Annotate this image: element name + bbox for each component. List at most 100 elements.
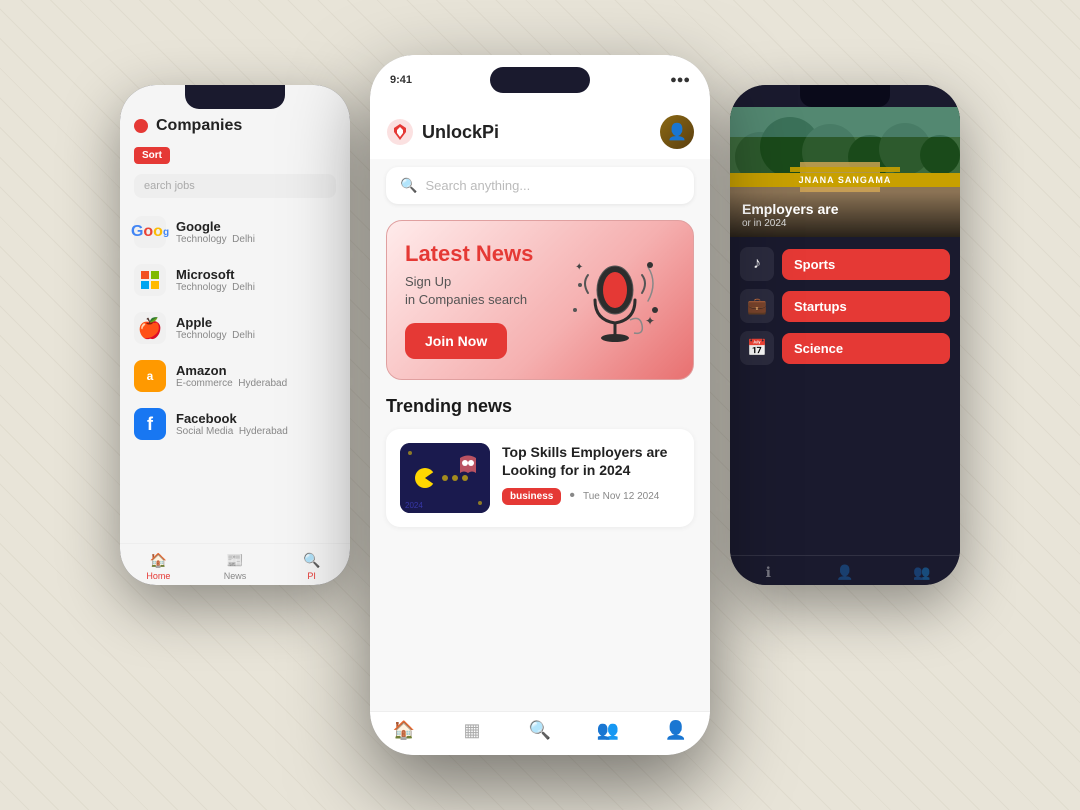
search-placeholder: Search anything... <box>425 178 530 193</box>
home-icon: 🏠 <box>393 720 415 741</box>
center-nav-home[interactable]: 🏠 <box>370 720 438 741</box>
google-logo: Goog <box>134 216 166 248</box>
news-meta: business • Tue Nov 12 2024 <box>502 487 680 505</box>
app-logo-row: UnlockPi <box>386 118 499 146</box>
right-nav-teams[interactable]: 👥 <box>883 564 960 581</box>
hero-subtitle: Sign Up in Companies search <box>405 273 555 309</box>
center-nav-profile[interactable]: 👤 <box>642 720 710 741</box>
home-icon: 🏠 <box>150 552 167 569</box>
right-hero-image: JNANA SANGAMA Employers are or in 2024 <box>730 107 960 237</box>
right-hero-headline: Employers are <box>742 200 948 218</box>
calendar-icon: 📅 <box>747 338 767 358</box>
center-nav-teams[interactable]: 👥 <box>574 720 642 741</box>
sports-button[interactable]: Sports <box>782 249 950 280</box>
center-nav-search[interactable]: 🔍 <box>506 720 574 741</box>
pi-icon: 🔍 <box>303 552 320 569</box>
company-tags: Technology Delhi <box>176 282 255 293</box>
calendar-icon-box: 📅 <box>740 331 774 365</box>
hero-title: Latest News <box>405 241 555 267</box>
center-camera-pill <box>490 67 590 93</box>
search-icon: 🔍 <box>400 177 417 194</box>
music-icon: ♪ <box>753 255 761 273</box>
center-bottom-nav: 🏠 ▦ 🔍 👥 👤 <box>370 711 710 755</box>
company-tags: E-commerce Hyderabad <box>176 378 287 389</box>
news-content: Top Skills Employers are Looking for in … <box>502 443 680 513</box>
list-item[interactable]: 🍎 Apple Technology Delhi <box>120 304 350 352</box>
music-icon-box: ♪ <box>740 247 774 281</box>
hero-banner: Latest News Sign Up in Companies search … <box>386 220 694 380</box>
news-headline: Top Skills Employers are Looking for in … <box>502 443 680 479</box>
list-item[interactable]: Goog Google Technology Delhi <box>120 208 350 256</box>
list-item[interactable]: a Amazon E-commerce Hyderabad <box>120 352 350 400</box>
left-phone: Companies Sort earch jobs Goog Google T <box>120 85 350 585</box>
right-categories: ♪ Sports 💼 Startups 📅 Science <box>730 237 960 555</box>
left-nav-news-label: News <box>224 571 247 581</box>
center-phone: 9:41 ●●● UnlockPi 👤 🔍 Search <box>370 55 710 755</box>
left-nav-pi[interactable]: 🔍 PI <box>273 552 350 581</box>
company-tags: Technology Delhi <box>176 234 255 245</box>
list-item: 📅 Science <box>740 331 950 365</box>
company-name: Apple <box>176 315 255 330</box>
left-nav-news[interactable]: 📰 News <box>197 552 274 581</box>
svg-text:2024: 2024 <box>405 501 423 510</box>
company-name: Google <box>176 219 255 234</box>
search-icon: 🔍 <box>529 720 551 741</box>
search-bar[interactable]: 🔍 Search anything... <box>386 167 694 204</box>
right-hero-sub: or in 2024 <box>742 218 948 229</box>
left-nav-home-label: Home <box>146 571 170 581</box>
user-avatar[interactable]: 👤 <box>660 115 694 149</box>
company-tags: Technology Delhi <box>176 330 255 341</box>
company-name: Facebook <box>176 411 288 426</box>
profile-icon: 👤 <box>836 564 853 581</box>
left-nav-home[interactable]: 🏠 Home <box>120 552 197 581</box>
left-nav-pi-label: PI <box>307 571 316 581</box>
list-item: ♪ Sports <box>740 247 950 281</box>
right-nav-profile[interactable]: 👤 <box>807 564 884 581</box>
svg-text:✦: ✦ <box>575 262 583 273</box>
right-bottom-nav: ℹ 👤 👥 <box>730 555 960 585</box>
company-name: Amazon <box>176 363 287 378</box>
right-notch <box>800 85 890 107</box>
company-list: Goog Google Technology Delhi <box>120 204 350 543</box>
company-tags: Social Media Hyderabad <box>176 426 288 437</box>
right-nav-info[interactable]: ℹ <box>730 564 807 581</box>
trending-title: Trending news <box>386 396 694 417</box>
list-item[interactable]: f Facebook Social Media Hyderabad <box>120 400 350 448</box>
startups-button[interactable]: Startups <box>782 291 950 322</box>
sort-button[interactable]: Sort <box>134 147 170 164</box>
right-hero-overlay: Employers are or in 2024 <box>730 192 960 237</box>
join-now-button[interactable]: Join Now <box>405 323 507 359</box>
left-app-logo <box>134 119 148 133</box>
news-thumbnail: 2024 <box>400 443 490 513</box>
news-date: Tue Nov 12 2024 <box>583 491 659 502</box>
briefcase-icon: 💼 <box>747 296 767 316</box>
facebook-logo: f <box>134 408 166 440</box>
left-search-input[interactable]: earch jobs <box>144 180 195 192</box>
unlockpi-logo-icon <box>386 118 414 146</box>
app-name: UnlockPi <box>422 122 499 143</box>
left-screen-title: Companies <box>156 117 242 135</box>
company-name: Microsoft <box>176 267 255 282</box>
list-item[interactable]: Microsoft Technology Delhi <box>120 256 350 304</box>
grid-icon: ▦ <box>463 720 480 741</box>
left-bottom-nav: 🏠 Home 📰 News 🔍 PI <box>120 543 350 585</box>
avatar-image: 👤 <box>660 115 694 149</box>
teams-icon: 👥 <box>913 564 930 581</box>
trending-section: Trending news <box>386 396 694 527</box>
amazon-logo: a <box>134 360 166 392</box>
svg-text:✦: ✦ <box>645 314 655 328</box>
category-badge: business <box>502 488 561 505</box>
app-header: UnlockPi 👤 <box>370 105 710 159</box>
info-icon: ℹ <box>766 564 771 581</box>
microphone-icon: ✦ ✦ <box>560 245 670 355</box>
hero-illustration: ✦ ✦ <box>555 240 675 360</box>
left-notch <box>185 85 285 109</box>
news-icon: 📰 <box>226 552 243 569</box>
news-card[interactable]: 2024 Top Skills Employers are Looking fo… <box>386 429 694 527</box>
briefcase-icon-box: 💼 <box>740 289 774 323</box>
center-nav-news[interactable]: ▦ <box>438 720 506 741</box>
profile-icon: 👤 <box>665 720 687 741</box>
science-button[interactable]: Science <box>782 333 950 364</box>
center-content: Latest News Sign Up in Companies search … <box>370 212 710 711</box>
hero-text-area: Latest News Sign Up in Companies search … <box>405 241 555 360</box>
